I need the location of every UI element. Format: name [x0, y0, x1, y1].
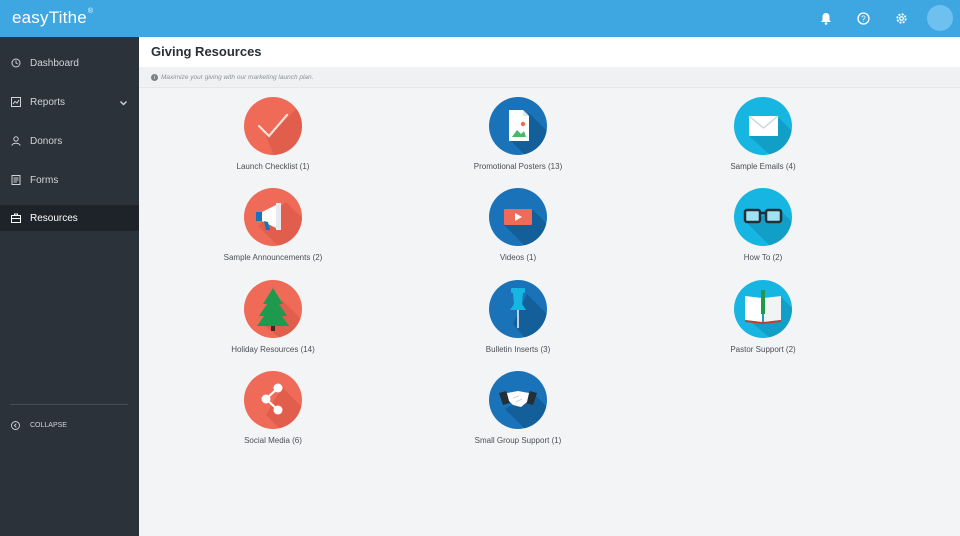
sidebar-item-label: Reports	[30, 96, 66, 108]
page-title: Giving Resources	[151, 44, 262, 59]
sidebar-divider	[10, 404, 128, 405]
info-icon: i	[151, 74, 158, 81]
sidebar-item-label: Forms	[30, 174, 59, 186]
sidebar-item-reports[interactable]: Reports	[0, 89, 139, 115]
resource-videos[interactable]: Videos (1)	[438, 188, 598, 262]
resource-bulletin-inserts[interactable]: Bulletin Inserts (3)	[438, 280, 598, 354]
envelope-icon	[734, 97, 792, 155]
book-icon	[734, 280, 792, 338]
resource-pastor-support[interactable]: Pastor Support (2)	[683, 280, 843, 354]
share-icon	[244, 371, 302, 429]
poster-icon	[489, 97, 547, 155]
briefcase-icon	[10, 212, 22, 224]
sidebar-item-label: Dashboard	[30, 57, 79, 69]
sidebar-item-forms[interactable]: Forms	[0, 167, 139, 193]
page-header: Giving Resources	[139, 37, 960, 67]
sidebar-item-resources[interactable]: Resources	[0, 205, 139, 231]
info-bar: i Maximize your giving with our marketin…	[139, 67, 960, 88]
chart-icon	[10, 96, 22, 108]
clock-icon	[10, 57, 22, 69]
top-bar: easyTithe® ?	[0, 0, 960, 37]
pushpin-icon	[489, 280, 547, 338]
info-text: Maximize your giving with our marketing …	[161, 74, 314, 81]
megaphone-icon	[244, 188, 302, 246]
sidebar-item-label: Resources	[30, 212, 78, 224]
user-icon	[10, 135, 22, 147]
chevron-left-icon	[10, 420, 20, 430]
sidebar-item-label: Donors	[30, 135, 63, 147]
sidebar-item-donors[interactable]: Donors	[0, 128, 139, 154]
handshake-icon	[489, 371, 547, 429]
bell-icon[interactable]	[817, 9, 835, 27]
resource-sample-announcements[interactable]: Sample Announcements (2)	[193, 188, 353, 262]
sidebar: Dashboard Reports Donors Forms Resources…	[0, 37, 139, 536]
avatar[interactable]	[927, 5, 953, 31]
svg-text:?: ?	[861, 14, 866, 23]
sidebar-item-dashboard[interactable]: Dashboard	[0, 50, 139, 76]
collapse-label: COLLAPSE	[30, 421, 67, 429]
help-icon[interactable]: ?	[854, 9, 872, 27]
tree-icon	[244, 280, 302, 338]
video-icon	[489, 188, 547, 246]
chevron-down-icon[interactable]	[120, 98, 127, 109]
collapse-button[interactable]: COLLAPSE	[0, 417, 139, 433]
gear-icon[interactable]	[892, 9, 910, 27]
resource-small-group-support[interactable]: Small Group Support (1)	[438, 371, 598, 445]
resource-launch-checklist[interactable]: Launch Checklist (1)	[193, 97, 353, 171]
resource-how-to[interactable]: How To (2)	[683, 188, 843, 262]
resource-social-media[interactable]: Social Media (6)	[193, 371, 353, 445]
resource-holiday-resources[interactable]: Holiday Resources (14)	[193, 280, 353, 354]
app-logo[interactable]: easyTithe®	[12, 8, 93, 28]
resource-sample-emails[interactable]: Sample Emails (4)	[683, 97, 843, 171]
info-message: i Maximize your giving with our marketin…	[151, 74, 313, 81]
glasses-icon	[734, 188, 792, 246]
checkmark-icon	[244, 97, 302, 155]
resource-promotional-posters[interactable]: Promotional Posters (13)	[438, 97, 598, 171]
form-icon	[10, 174, 22, 186]
